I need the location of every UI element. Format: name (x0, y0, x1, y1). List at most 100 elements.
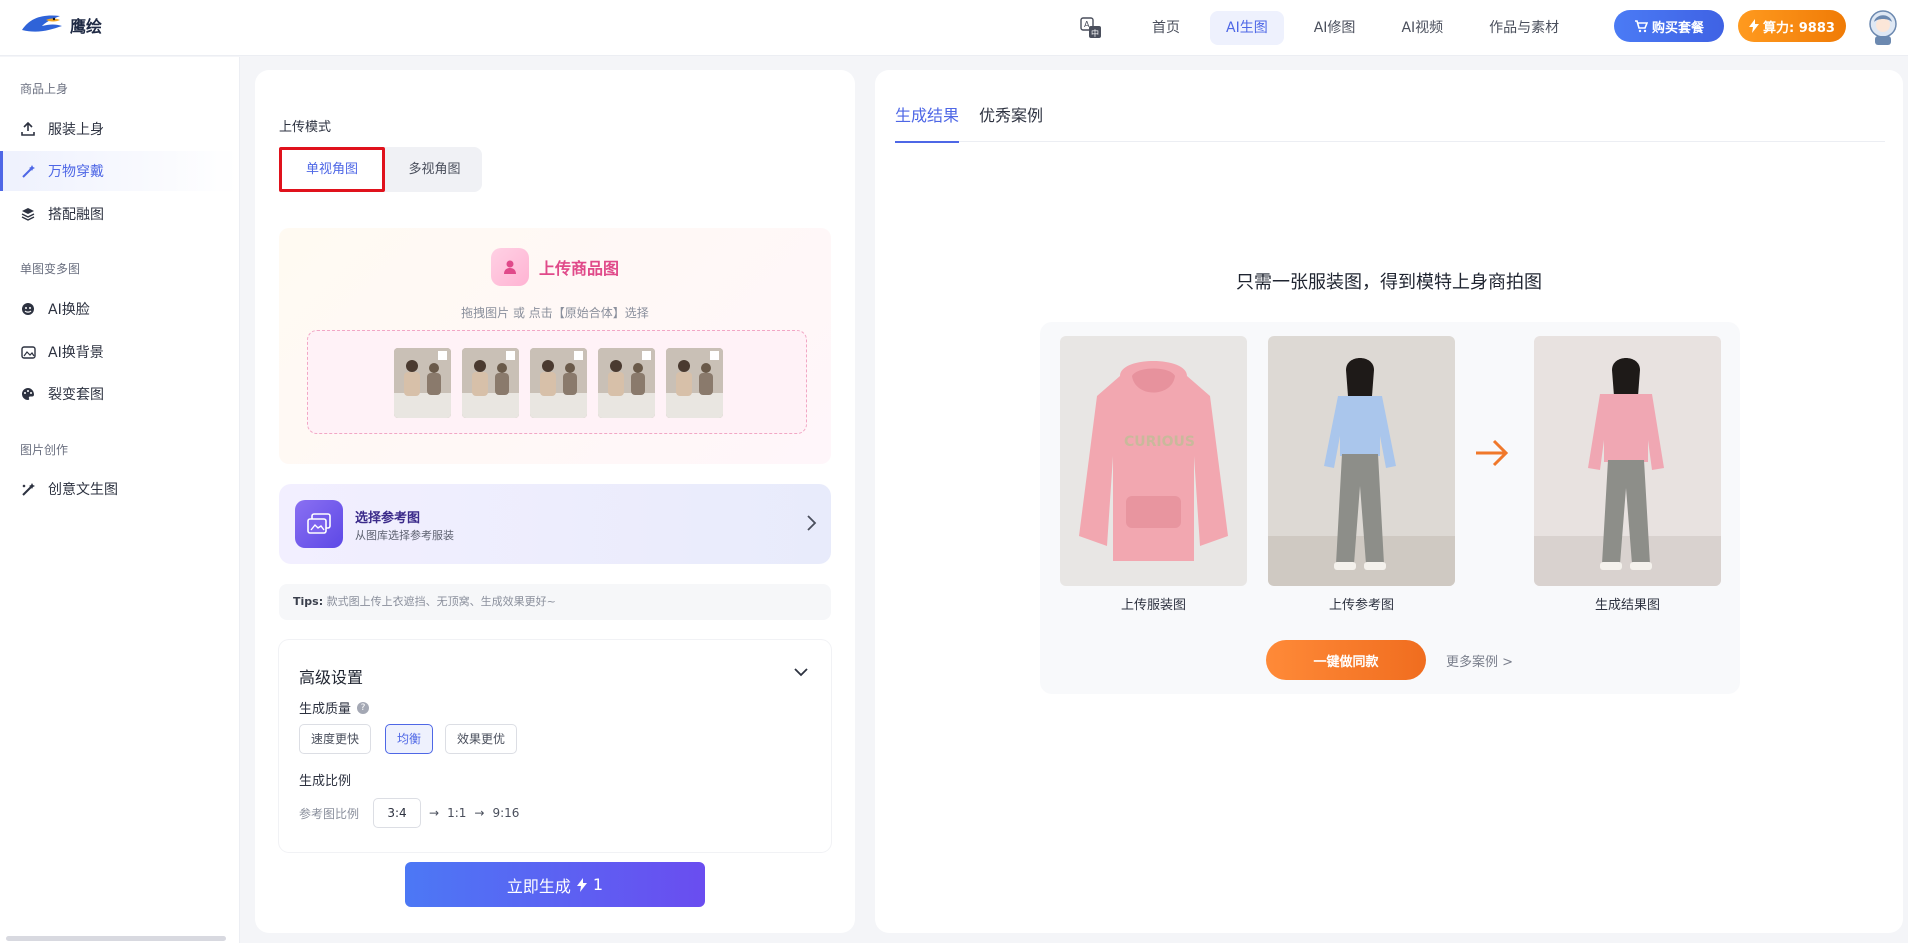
reference-title: 选择参考图 (355, 511, 421, 526)
image-icon (20, 344, 36, 360)
gallery-icon (295, 500, 343, 548)
lightning-icon (1749, 19, 1760, 33)
nav-works[interactable]: 作品与素材 (1473, 11, 1575, 45)
logo-text: 鹰绘 (70, 17, 103, 36)
mode-single-view[interactable]: 单视角图 (279, 147, 385, 192)
logo[interactable]: 鹰绘 (20, 12, 102, 38)
sidebar-item-face-swap[interactable]: AI换脸 (0, 289, 238, 329)
sidebar-item-label: 创意文生图 (48, 482, 118, 498)
tips-bar: Tips: 款式图上传上衣遮挡、无顶窝、生成效果更好~ (279, 584, 831, 620)
reference-subtitle: 从图库选择参考服装 (355, 529, 454, 542)
sidebar-item-bg-swap[interactable]: AI换背景 (0, 332, 238, 372)
sample-thumbnail[interactable] (598, 348, 655, 418)
quality-fast[interactable]: 速度更快 (299, 724, 372, 754)
help-icon[interactable]: ? (357, 701, 370, 714)
tab-showcase[interactable]: 优秀案例 (979, 102, 1043, 142)
sidebar-item-label: 服装上身 (48, 122, 104, 138)
upload-mode-label: 上传模式 (279, 120, 332, 135)
ratio-row: 参考图比例 3:4 → 1:1 → 9:16 (299, 798, 519, 828)
layers-icon (20, 206, 36, 222)
smile-icon (20, 301, 36, 317)
nav-ai-video[interactable]: AI视频 (1385, 11, 1459, 45)
nav-ai-image[interactable]: AI生图 (1210, 11, 1284, 45)
magic-wand-icon (20, 163, 36, 179)
sidebar-item-text-to-image[interactable]: 创意文生图 (0, 469, 238, 509)
user-avatar[interactable] (1866, 8, 1900, 46)
demo-reference-image (1268, 336, 1455, 586)
ref-ratio-label: 参考图比例 (299, 806, 360, 821)
nav-ai-retouch[interactable]: AI修图 (1298, 11, 1372, 45)
arrow-right-icon: → (474, 806, 485, 820)
caption-result: 生成结果图 (1594, 598, 1660, 613)
ref-ratio-select[interactable]: 3:4 (373, 798, 422, 828)
svg-text:A: A (1084, 20, 1090, 29)
svg-text:CURIOUS: CURIOUS (1124, 434, 1195, 450)
demo-card: CURIOUS 上传服装图 上传参考图 生成结果图 一键做同款 更多案例 > (1040, 322, 1740, 694)
upload-product-area[interactable]: 上传商品图 拖拽图片 或 点击【原始合体】选择 (279, 228, 831, 464)
upload-title: 上传商品图 (538, 259, 619, 278)
eagle-logo-icon (22, 15, 62, 32)
cart-icon (1634, 20, 1648, 33)
demo-result-image (1534, 336, 1721, 586)
ratio-step[interactable]: 1:1 (447, 806, 466, 820)
chevron-down-icon[interactable] (793, 666, 809, 678)
generate-label: 立即生成 (506, 876, 571, 896)
compute-power-button[interactable]: 算力: 9883 (1738, 10, 1846, 42)
magic-tools-icon (20, 481, 36, 497)
buy-package-button[interactable]: 购买套餐 (1614, 10, 1724, 42)
top-header: 鹰绘 A 中 首页 AI生图 AI修图 AI视频 作品与素材 购买套餐 算力: … (0, 0, 1908, 56)
arrow-right-icon (1476, 439, 1509, 467)
sample-thumbnail[interactable] (394, 348, 451, 418)
compute-power-label: 算力: 9883 (1763, 20, 1835, 36)
ratio-step[interactable]: 9:16 (492, 806, 519, 820)
result-panel: 生成结果 优秀案例 只需一张服装图，得到模特上身商拍图 CURIOUS 上传服装… (875, 70, 1903, 933)
quality-best[interactable]: 效果更优 (445, 724, 518, 754)
sidebar-scrollbar[interactable] (6, 936, 226, 941)
sample-thumbnail[interactable] (666, 348, 723, 418)
sidebar-item-label: AI换背景 (48, 345, 104, 361)
sidebar-group-title: 图片创作 (20, 443, 69, 457)
generate-button[interactable]: 立即生成 1 (405, 862, 705, 907)
caption-garment: 上传服装图 (1120, 598, 1186, 613)
quality-label: 生成质量 ? (299, 698, 370, 717)
generate-cost: 1 (592, 875, 604, 894)
caption-reference: 上传参考图 (1328, 598, 1394, 613)
sidebar-item-clothing[interactable]: 服装上身 (0, 109, 238, 149)
mode-multi-view[interactable]: 多视角图 (387, 147, 482, 192)
upload-icon (20, 121, 36, 137)
language-icon[interactable]: A 中 (1080, 17, 1102, 39)
sidebar-item-variant-set[interactable]: 裂变套图 (0, 374, 238, 414)
upload-hint: 拖拽图片 或 点击【原始合体】选择 (461, 306, 649, 320)
main-nav: A 中 首页 AI生图 AI修图 AI视频 作品与素材 (1080, 9, 1589, 47)
advanced-settings: 高级设置 生成质量 ? 速度更快 均衡 效果更优 生成比例 参考图比例 3:4 … (279, 640, 831, 852)
nav-home[interactable]: 首页 (1136, 11, 1196, 45)
advanced-title: 高级设置 (299, 668, 364, 687)
make-same-button[interactable]: 一键做同款 (1266, 640, 1426, 680)
sidebar-item-outfit-blend[interactable]: 搭配融图 (0, 194, 238, 234)
sidebar-item-label: 搭配融图 (48, 207, 104, 223)
more-cases-link[interactable]: 更多案例 > (1446, 651, 1513, 670)
upload-mode-switch: 单视角图 多视角图 (279, 147, 482, 192)
sidebar-group-title: 商品上身 (20, 82, 69, 96)
palette-icon (20, 386, 36, 402)
sidebar-item-wear-anything[interactable]: 万物穿戴 (0, 151, 238, 191)
upload-dropzone[interactable] (307, 330, 807, 434)
settings-panel: 上传模式 单视角图 多视角图 上传商品图 拖拽图片 或 点击【原始合体】选择 选… (255, 70, 855, 933)
tips-label: Tips: (293, 595, 324, 608)
svg-text:中: 中 (1091, 28, 1099, 38)
sidebar: 商品上身 服装上身 万物穿戴 搭配融图 单图变多图 AI换脸 AI换背景 裂变套… (0, 57, 240, 943)
quality-balanced[interactable]: 均衡 (385, 724, 434, 754)
upload-header: 上传商品图 (279, 248, 831, 286)
demo-garment-image: CURIOUS (1060, 336, 1247, 586)
sidebar-group-title: 单图变多图 (20, 262, 81, 276)
buy-package-label: 购买套餐 (1651, 20, 1704, 36)
chevron-right-icon (807, 515, 817, 531)
arrow-right-icon: → (429, 806, 440, 820)
person-icon (490, 248, 529, 286)
sidebar-item-label: 裂变套图 (48, 387, 104, 403)
quality-label-text: 生成质量 (299, 702, 352, 717)
sample-thumbnail[interactable] (530, 348, 587, 418)
sample-thumbnail[interactable] (462, 348, 519, 418)
tab-results[interactable]: 生成结果 (895, 102, 960, 143)
select-reference-card[interactable]: 选择参考图 从图库选择参考服装 (279, 484, 831, 564)
